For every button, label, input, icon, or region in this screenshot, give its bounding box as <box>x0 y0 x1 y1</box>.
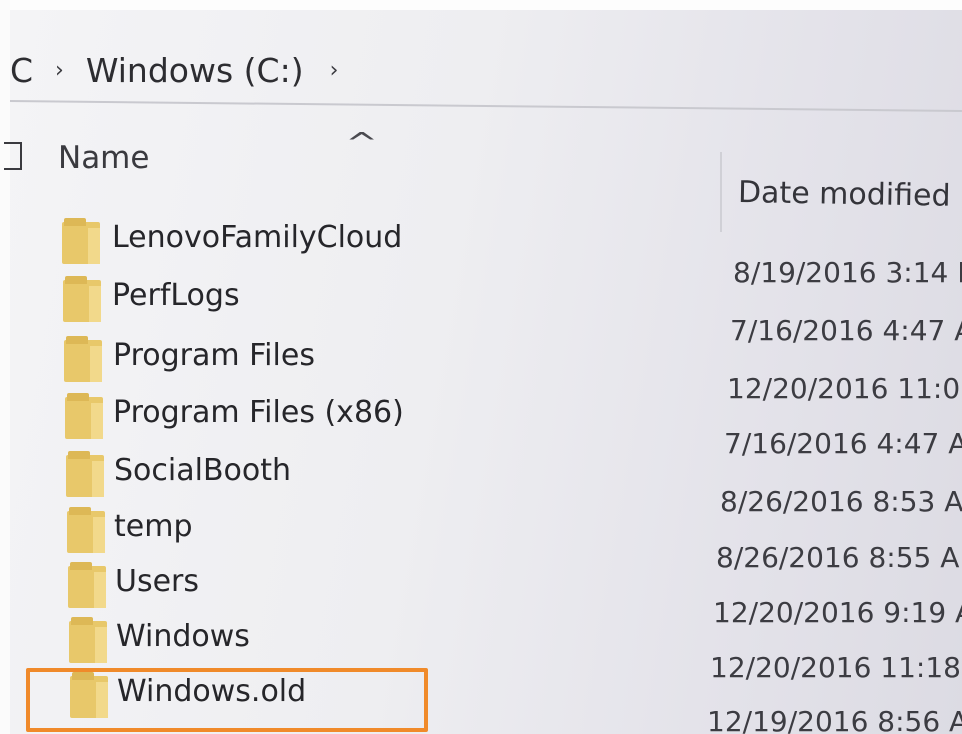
folder-icon <box>65 393 103 439</box>
file-name: Program Files <box>113 338 315 373</box>
breadcrumb-item-windows-c[interactable]: Windows (C:) <box>86 51 304 90</box>
list-item[interactable]: temp 8/26/2016 8:55 AN <box>0 507 962 574</box>
list-item[interactable]: LenovoFamilyCloud 8/19/2016 3:14 P <box>0 218 962 289</box>
list-item[interactable]: Windows12/20/2016 11:18 ... <box>0 617 962 684</box>
select-all-checkbox[interactable] <box>4 142 22 170</box>
column-header-name[interactable]: Name <box>58 140 149 176</box>
file-name: Windows <box>116 619 250 654</box>
chevron-right-icon[interactable]: › <box>330 58 339 83</box>
list-item[interactable]: Program Files (x86) 7/16/2016 4:47 AN <box>0 393 962 460</box>
breadcrumb-item-c[interactable]: C <box>10 51 33 90</box>
column-header-date-modified[interactable]: Date modified <box>738 175 951 214</box>
folder-icon <box>64 336 102 382</box>
file-date-modified: 12/19/2016 8:56 AN <box>707 705 962 734</box>
file-name: SocialBooth <box>114 453 292 488</box>
folder-icon <box>68 562 106 608</box>
file-name: Users <box>115 564 200 599</box>
file-name: Program Files (x86) <box>113 395 404 430</box>
sort-ascending-icon: ^ <box>345 126 379 159</box>
breadcrumb: C › Windows (C:) › <box>10 30 360 110</box>
file-name: LenovoFamilyCloud <box>112 220 403 255</box>
folder-icon <box>69 617 107 663</box>
file-explorer-window: C › Windows (C:) › Name ^ Date modified … <box>0 0 962 734</box>
file-name: PerfLogs <box>112 278 240 313</box>
list-item[interactable]: Program Files 12/20/2016 11:03 <box>0 336 962 405</box>
list-item[interactable]: Users12/20/2016 9:19 AN <box>0 562 962 629</box>
list-item[interactable]: PerfLogs 7/16/2016 4:47 A <box>0 276 962 347</box>
selection-highlight <box>26 668 428 732</box>
list-item[interactable]: SocialBooth 8/26/2016 8:53 AN <box>0 451 962 518</box>
folder-icon <box>63 276 101 322</box>
window-edge-top <box>0 0 962 10</box>
folder-icon <box>66 451 104 497</box>
file-name: temp <box>114 509 193 544</box>
chevron-right-icon[interactable]: › <box>55 58 64 83</box>
folder-icon <box>62 218 100 264</box>
folder-icon <box>67 507 105 553</box>
